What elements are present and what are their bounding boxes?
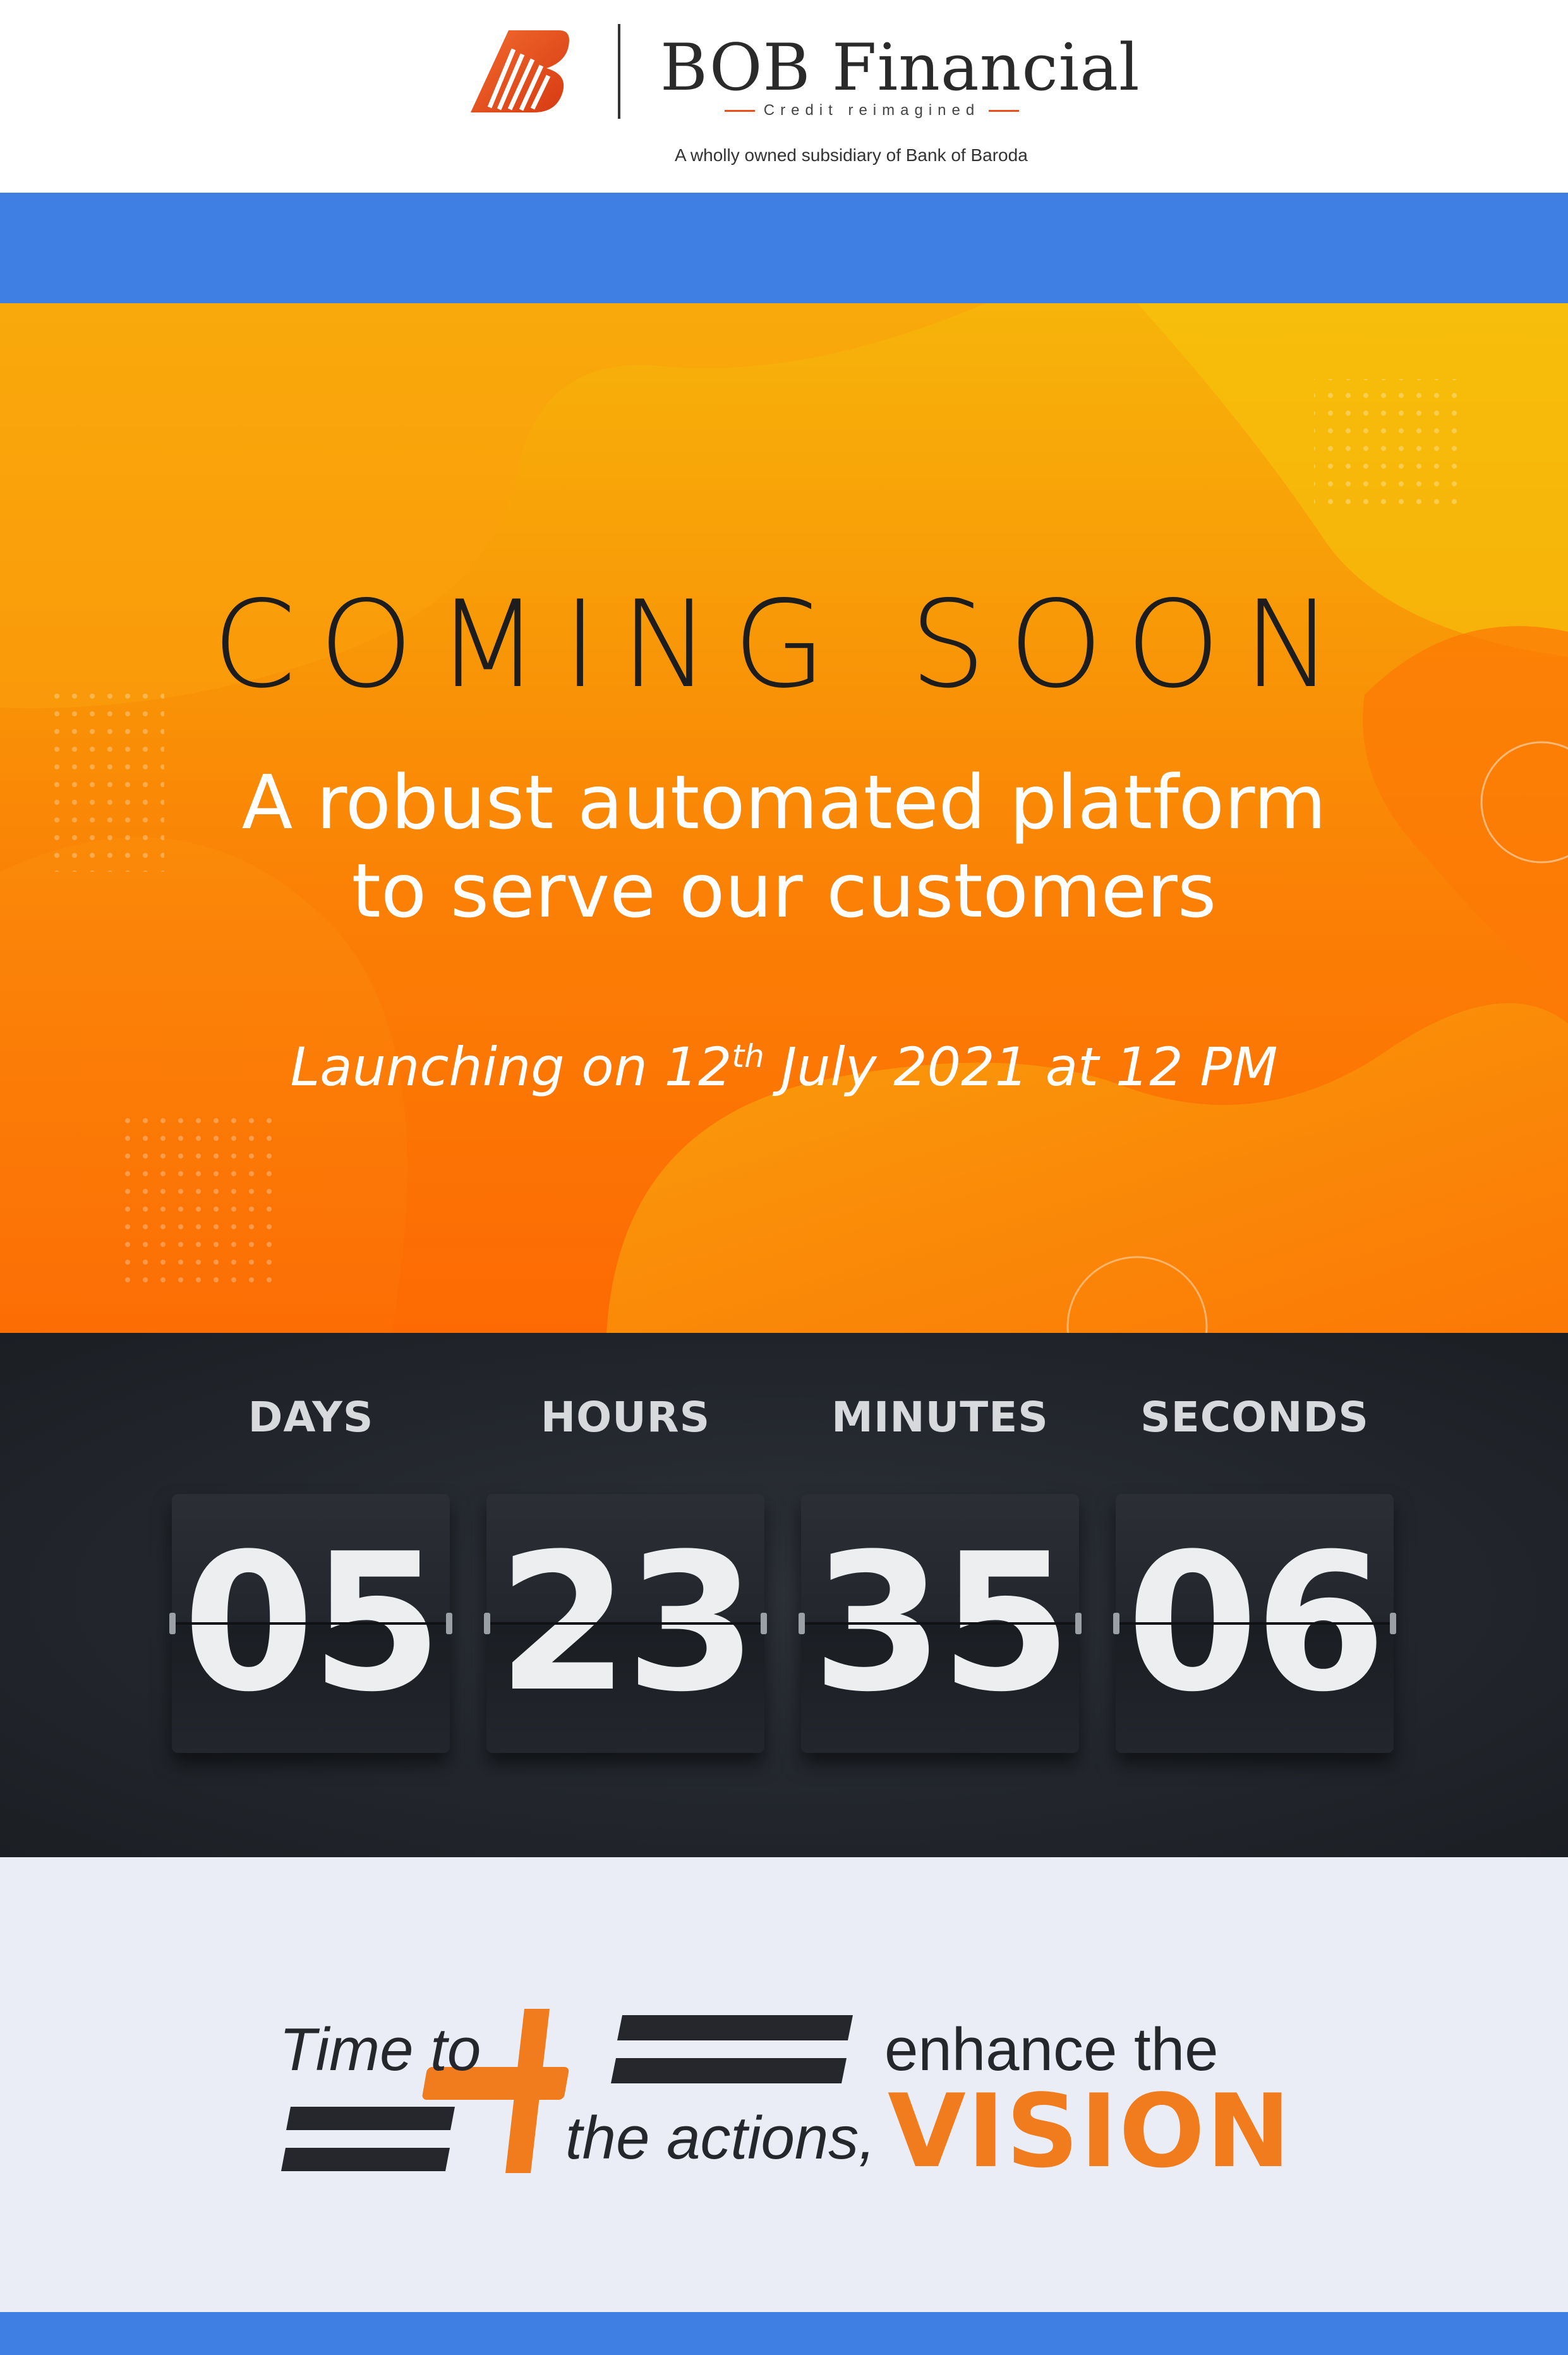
flip-card: 05 — [169, 1494, 452, 1753]
flip-card: 23 — [484, 1494, 767, 1753]
flip-card: 06 — [1113, 1494, 1396, 1753]
flip-card: 35 — [799, 1494, 1082, 1753]
flip-card-split — [172, 1622, 450, 1625]
flip-hinge-left — [484, 1613, 490, 1634]
tagline-section: Time to enhance the the actions, VISION — [0, 1857, 1568, 2312]
countdown-seconds: SECONDS 06 — [1113, 1333, 1396, 1857]
flip-card-split — [486, 1622, 764, 1625]
equals-icon — [611, 2015, 853, 2083]
countdown-timer: DAYS 05 HOURS 23 MINUTES 35 SECONDS 06 — [0, 1333, 1568, 1857]
subsidiary-text: A wholly owned subsidiary of Bank of Bar… — [675, 145, 1028, 165]
brand-tagline-row: Credit reimagined — [714, 101, 1030, 120]
hero-banner: COMING SOON A robust automated platform … — [0, 303, 1568, 1333]
minus-icon — [281, 2107, 455, 2171]
brand-tagline: Credit reimagined — [763, 102, 980, 119]
flip-card-split — [801, 1622, 1079, 1625]
flip-hinge-right — [761, 1613, 767, 1634]
headline-line-2: to serve our customers — [351, 847, 1217, 934]
countdown-label: HOURS — [540, 1393, 711, 1442]
flip-hinge-left — [1113, 1613, 1119, 1634]
launch-prefix: Launching on 12 — [290, 1036, 732, 1098]
page-header: BOB Financial Credit reimagined A wholly… — [0, 0, 1568, 193]
tagline-graphic — [281, 2009, 853, 2173]
launch-suffix: July 2021 at 12 PM — [764, 1036, 1278, 1098]
flip-hinge-right — [1075, 1613, 1082, 1634]
countdown-label: MINUTES — [831, 1393, 1049, 1442]
coming-soon-title: COMING SOON — [212, 575, 1356, 714]
blue-band-top — [0, 193, 1568, 303]
countdown-hours: HOURS 23 — [484, 1333, 767, 1857]
tagline-dash-left — [724, 109, 755, 112]
logo-divider — [618, 24, 620, 119]
flip-hinge-left — [799, 1613, 805, 1634]
flip-hinge-right — [1390, 1613, 1396, 1634]
flip-hinge-left — [169, 1613, 176, 1634]
brand-name: BOB Financial — [660, 30, 1140, 105]
countdown-days: DAYS 05 — [169, 1333, 452, 1857]
tagline-time-to: Time to — [279, 2016, 481, 2083]
tagline-actions: the actions, — [565, 2104, 876, 2172]
flip-card-split — [1116, 1622, 1394, 1625]
blue-band-bottom — [0, 2312, 1568, 2355]
bank-of-baroda-logo-icon — [471, 30, 569, 112]
hero-headline: A robust automated platform to serve our… — [0, 758, 1568, 935]
launch-date-text: Launching on 12th July 2021 at 12 PM — [0, 1036, 1568, 1098]
tagline-vision: VISION — [888, 2072, 1293, 2190]
countdown-label: SECONDS — [1140, 1393, 1369, 1442]
countdown-label: DAYS — [248, 1393, 374, 1442]
launch-superscript: th — [732, 1038, 764, 1075]
countdown-minutes: MINUTES 35 — [799, 1333, 1082, 1857]
headline-line-1: A robust automated platform — [241, 759, 1327, 846]
flip-hinge-right — [446, 1613, 452, 1634]
tagline-dash-right — [989, 109, 1020, 112]
